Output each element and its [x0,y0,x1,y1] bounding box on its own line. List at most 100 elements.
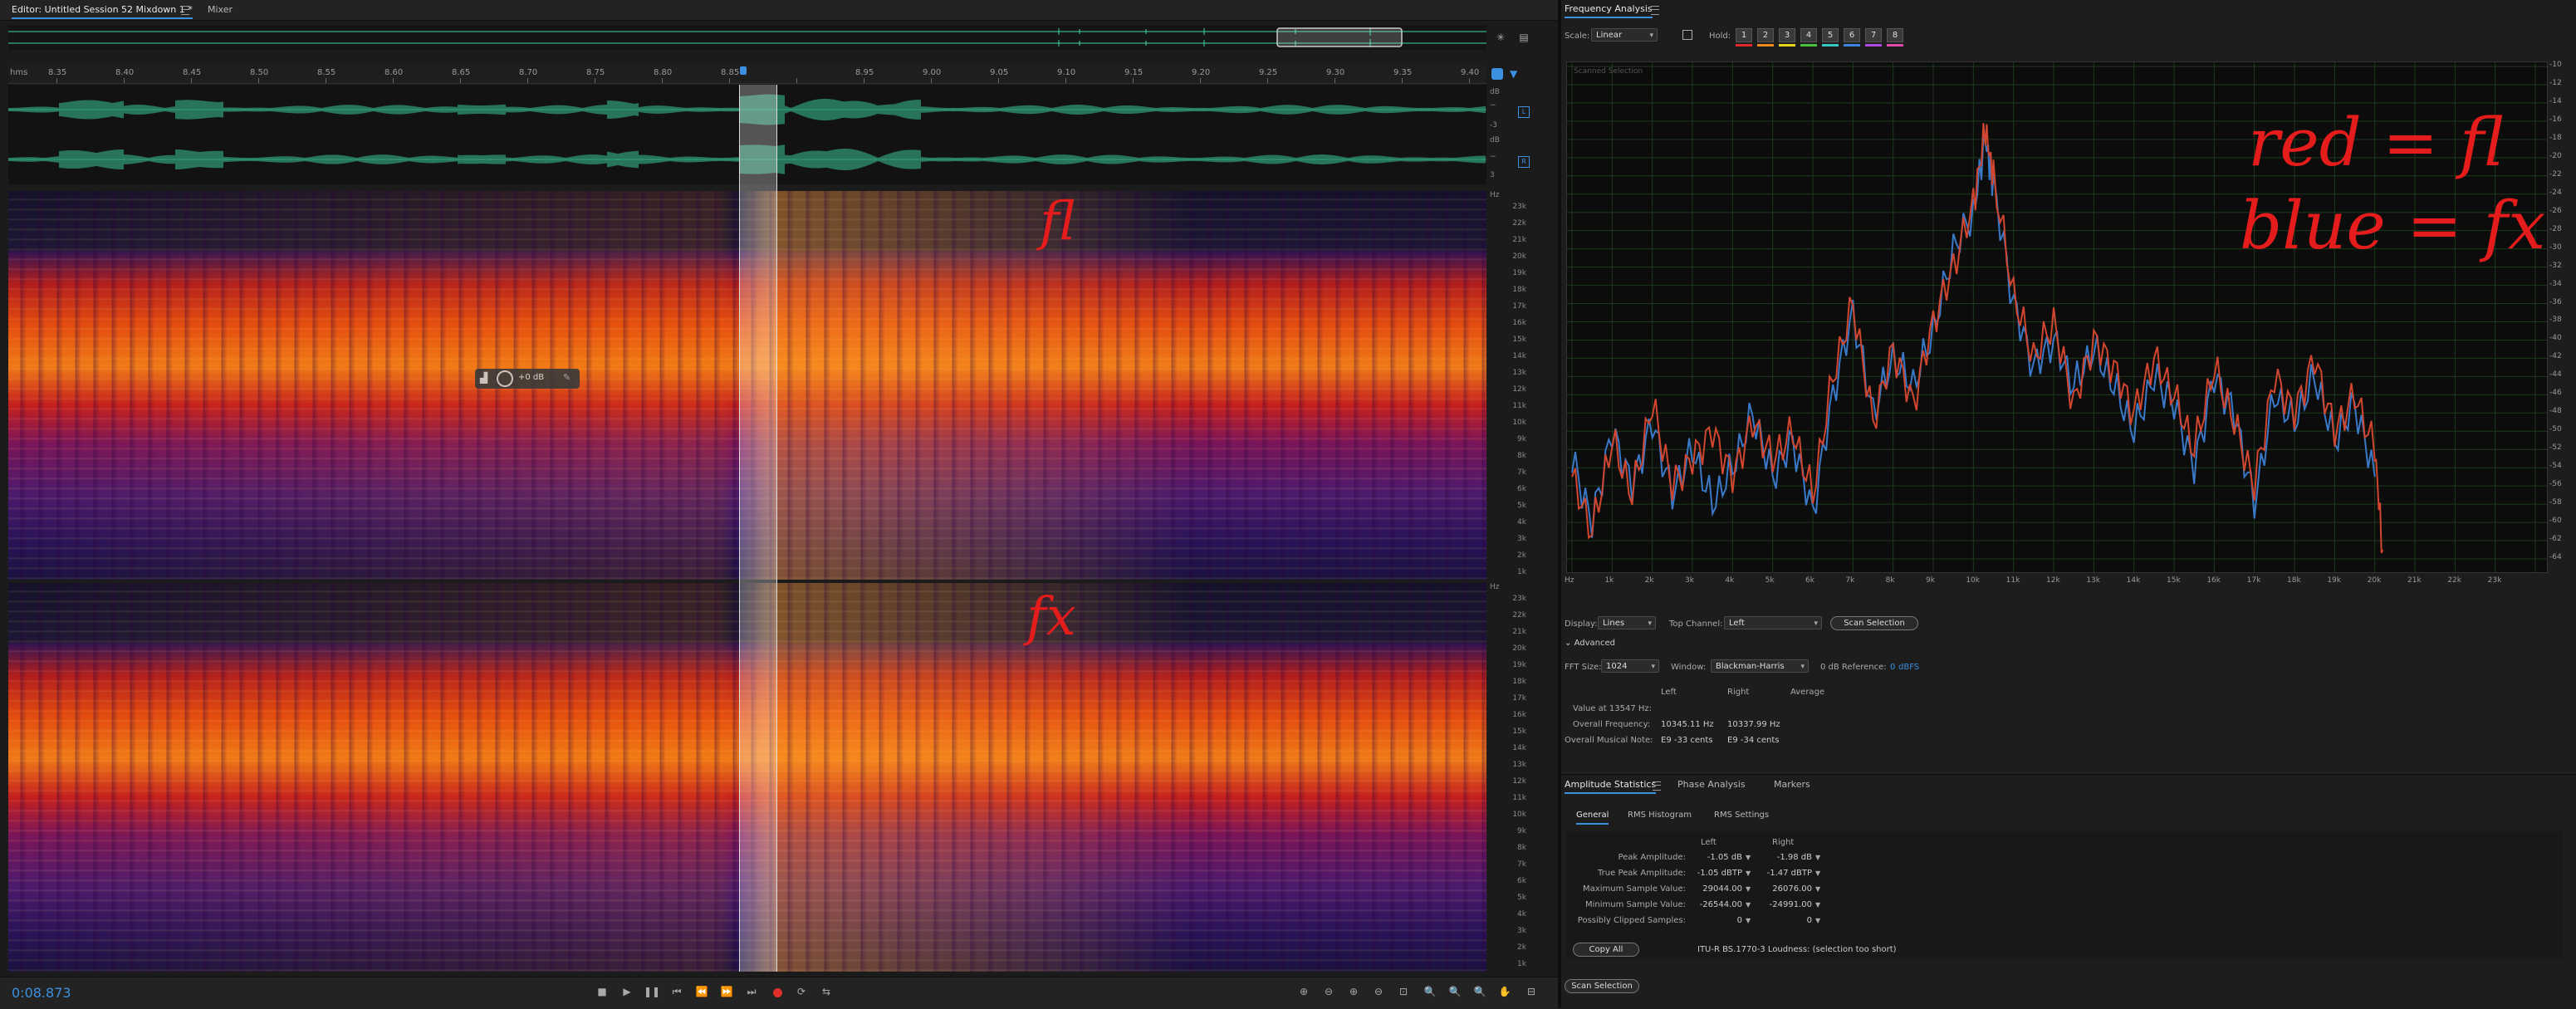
tab-editor[interactable]: Editor: Untitled Session 52 Mixdown 1 * [12,4,193,19]
overview-waveform[interactable] [8,25,1486,50]
go-to-end-button[interactable]: ⏭ [743,986,760,998]
x-tick: 18k [2287,576,2301,585]
hud-gain-control[interactable]: ▟ +0 dB ✎ [475,369,580,389]
hold-button-4[interactable]: 4 [1800,28,1817,42]
copy-graph-icon[interactable] [1682,30,1692,40]
col-header-left: Left [1661,688,1677,697]
play-button[interactable]: ▶ [619,986,635,997]
pause-button[interactable]: ❚❚ [644,986,660,997]
freq-tick: 14k [1512,352,1526,360]
time-selection[interactable] [739,85,777,972]
annotation-fx: fx [1026,586,1076,648]
channel-l-badge[interactable]: L [1518,106,1530,118]
tab-amplitude-statistics[interactable]: Amplitude Statistics [1565,779,1657,794]
stats-right-caret-icon[interactable]: ▼ [1815,917,1820,924]
stats-right-caret-icon[interactable]: ▼ [1815,885,1820,893]
stats-right-caret-icon[interactable]: ▼ [1815,869,1820,877]
fft-size-select[interactable]: 1024 [1601,659,1659,673]
playhead[interactable] [740,66,747,75]
subtab-general[interactable]: General [1576,810,1609,825]
zoom-out-amplitude-icon[interactable]: ⊖ [1320,986,1337,997]
x-tick: 13k [2086,576,2100,585]
zoom-in-amplitude-icon[interactable]: ⊕ [1295,986,1312,997]
loop-button[interactable]: ⟳ [793,986,810,997]
zoom-pin-icon[interactable]: ✳ [1492,32,1509,43]
hold-button-8[interactable]: 8 [1887,28,1903,42]
hud-pin-icon[interactable]: ✎ [563,372,571,383]
scan-selection-button-freq[interactable]: Scan Selection [1830,616,1918,630]
panel-menu-icon[interactable] [181,6,189,15]
stats-left-caret-icon[interactable]: ▼ [1746,885,1751,893]
stop-button[interactable]: ■ [594,986,610,997]
hud-knob-icon[interactable] [497,370,513,387]
window-select[interactable]: Blackman-Harris [1711,659,1809,673]
hold-button-1[interactable]: 1 [1736,28,1752,42]
y-tick: -44 [2549,370,2562,380]
stats-left-caret-icon[interactable]: ▼ [1746,901,1751,909]
zoom-in-time-icon[interactable]: ⊕ [1345,986,1362,997]
time-ruler[interactable]: hms 8.35 8.40 8.45 8.50 8.55 8.60 8.65 8.70 8.75… [8,65,1486,84]
frequency-graph[interactable]: Scanned Selection red = fl blue = fx [1566,61,2548,573]
stats-left-caret-icon[interactable]: ▼ [1746,917,1751,924]
stats-left-caret-icon[interactable]: ▼ [1746,869,1751,877]
top-channel-select[interactable]: Left [1724,616,1822,630]
stats-right-caret-icon[interactable]: ▼ [1815,854,1820,861]
hand-tool-icon[interactable]: ✋ [1496,986,1513,997]
skip-button[interactable]: ⇆ [818,986,835,997]
stats-right-caret-icon[interactable]: ▼ [1815,901,1820,909]
hold-button-6[interactable]: 6 [1844,28,1860,42]
x-tick: 22k [2447,576,2461,585]
freq-tick: 23k [1512,595,1526,603]
scale-select[interactable]: Linear [1591,28,1658,42]
freq-tick: 7k [1517,468,1526,477]
freq-tick: 11k [1512,402,1526,410]
hold-button-7[interactable]: 7 [1865,28,1882,42]
db-tick-1: − [1490,101,1496,110]
zoom-out-time-icon[interactable]: ⊖ [1370,986,1387,997]
scan-selection-button-amp[interactable]: Scan Selection [1565,979,1639,993]
hold-button-3[interactable]: 3 [1779,28,1795,42]
panel-options-icon[interactable]: ⊟ [1523,986,1540,997]
y-tick: -52 [2549,443,2562,453]
x-tick: 6k [1805,576,1814,585]
hold-color-swatch [1800,44,1817,47]
time-tick: 9.35 [1393,68,1413,77]
hold-button-5[interactable]: 5 [1822,28,1839,42]
current-time-display[interactable]: 0:08.873 [12,985,71,1001]
zoom-out-full-icon[interactable]: 🔍 [1447,986,1463,997]
tab-markers[interactable]: Markers [1774,779,1810,791]
zoom-in-full-icon[interactable]: 🔍 [1422,986,1438,997]
x-tick: 4k [1725,576,1735,585]
time-tick-line [1133,78,1134,83]
amp-panel-menu-icon[interactable] [1653,781,1661,791]
reference-value[interactable]: 0 [1890,663,1895,673]
advanced-toggle[interactable]: ⌄ Advanced [1565,639,1615,649]
zoom-reset-icon[interactable]: 🔍 [1472,986,1488,997]
record-button[interactable] [773,988,782,997]
go-to-start-button[interactable]: ⏮ [668,986,685,998]
time-tick: 8.50 [250,68,269,77]
freq-tick: 7k [1517,860,1526,869]
hold-button-2[interactable]: 2 [1757,28,1774,42]
view-toggle-icon[interactable]: ▤ [1516,32,1532,43]
freq-tick: 16k [1512,711,1526,719]
y-tick: -50 [2549,425,2562,434]
tab-mixer[interactable]: Mixer [208,4,233,16]
x-tick: 19k [2327,576,2341,585]
pin-icon[interactable]: ▼ [1510,68,1517,80]
tab-phase-analysis[interactable]: Phase Analysis [1677,779,1746,791]
freq-tick: 12k [1512,385,1526,394]
tab-frequency-analysis[interactable]: Frequency Analysis [1565,3,1653,18]
subtab-rms-histogram[interactable]: RMS Histogram [1628,810,1692,821]
time-tick: 9.40 [1461,68,1480,77]
stats-left-caret-icon[interactable]: ▼ [1746,854,1751,861]
display-select[interactable]: Lines [1598,616,1656,630]
channel-r-badge[interactable]: R [1518,156,1530,168]
headphone-icon[interactable] [1491,68,1503,80]
zoom-selection-icon[interactable]: ⊡ [1395,986,1412,997]
subtab-rms-settings[interactable]: RMS Settings [1714,810,1769,821]
fast-forward-button[interactable]: ⏩ [718,986,735,997]
freq-panel-menu-icon[interactable] [1651,6,1659,15]
rewind-button[interactable]: ⏪ [693,986,710,997]
copy-all-button[interactable]: Copy All [1573,943,1639,957]
